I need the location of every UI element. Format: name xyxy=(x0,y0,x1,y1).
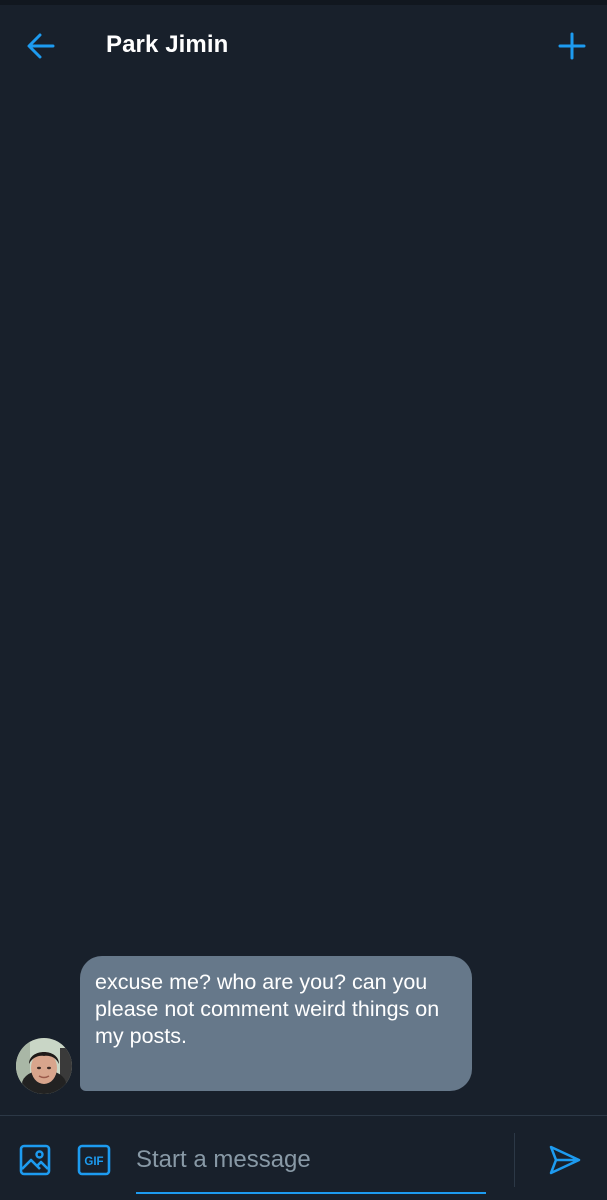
gif-button[interactable]: GIF xyxy=(76,1142,112,1178)
conversation-header: Park Jimin xyxy=(0,5,607,85)
add-button[interactable] xyxy=(555,29,589,63)
avatar[interactable] xyxy=(16,1038,72,1094)
message-input[interactable] xyxy=(136,1132,486,1188)
back-button[interactable] xyxy=(22,29,60,63)
arrow-left-icon xyxy=(27,33,55,59)
received-message-bubble[interactable]: excuse me? who are you? can you please n… xyxy=(80,956,472,1091)
dm-conversation-screen: Park Jimin excuse me? who are you? can y… xyxy=(0,0,607,1200)
image-button[interactable] xyxy=(17,1142,53,1178)
message-list[interactable]: excuse me? who are you? can you please n… xyxy=(0,85,607,1115)
svg-text:GIF: GIF xyxy=(84,1156,103,1168)
composer-separator xyxy=(514,1133,515,1187)
message-composer: GIF xyxy=(0,1116,607,1200)
send-icon xyxy=(549,1145,581,1175)
avatar-photo xyxy=(16,1038,72,1094)
message-row: excuse me? who are you? can you please n… xyxy=(16,956,486,1094)
send-button[interactable] xyxy=(546,1142,584,1178)
message-input-wrapper xyxy=(136,1132,486,1194)
conversation-title[interactable]: Park Jimin xyxy=(106,31,228,59)
image-icon xyxy=(19,1144,51,1176)
gif-icon: GIF xyxy=(77,1144,111,1176)
plus-icon xyxy=(558,32,586,60)
